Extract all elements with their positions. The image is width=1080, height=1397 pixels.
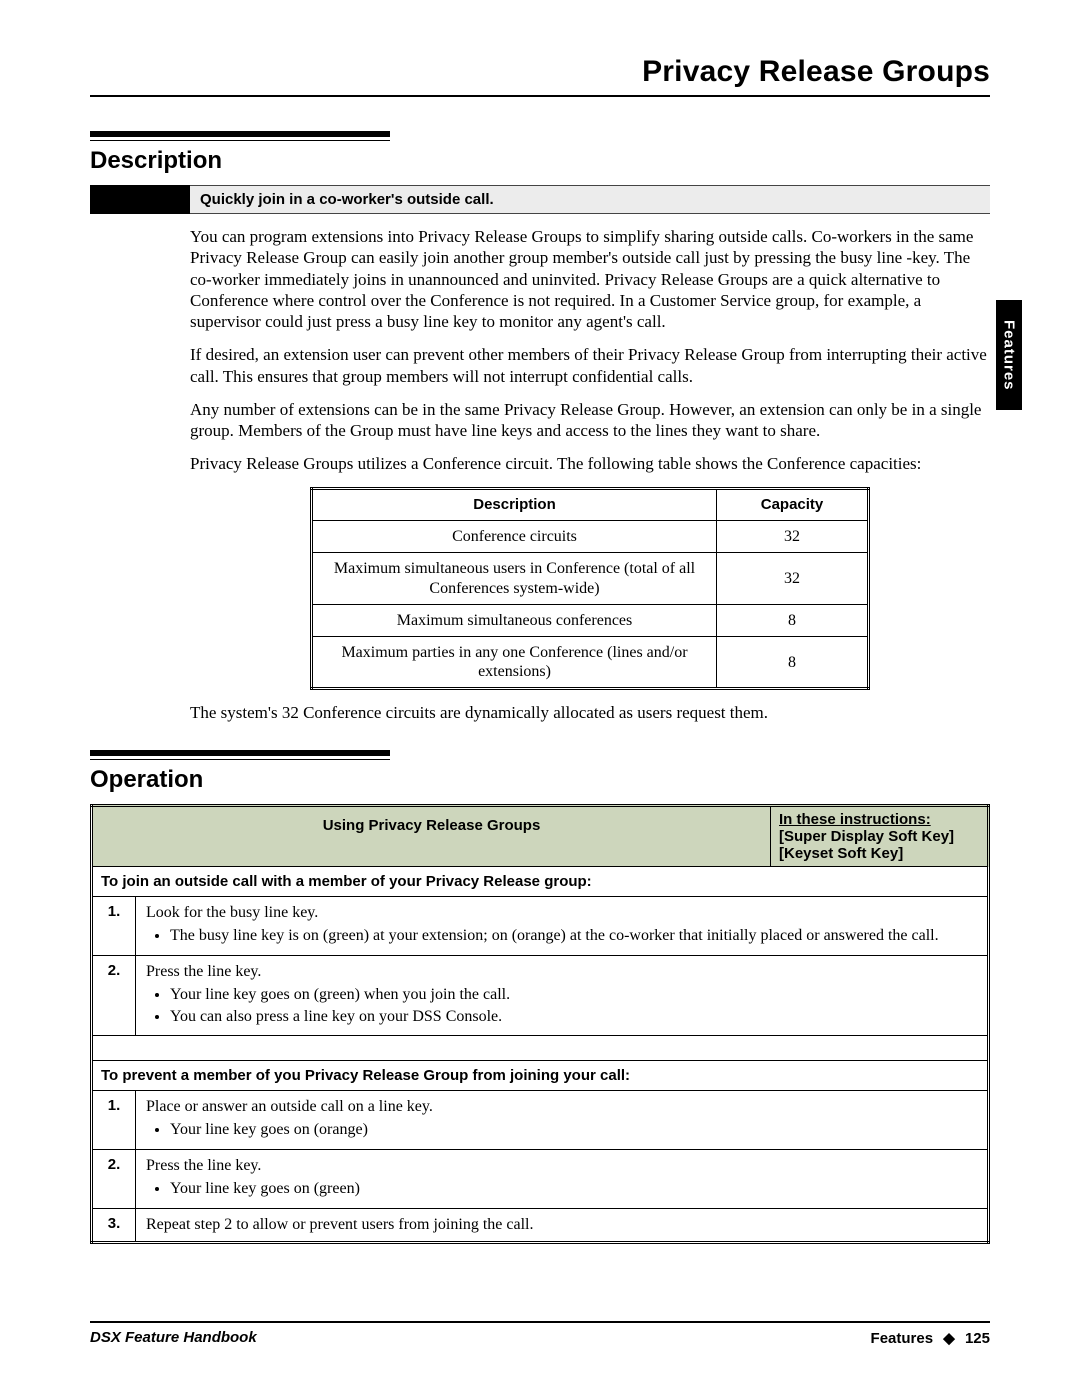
heading-rule-thin	[90, 140, 390, 141]
cap-desc: Conference circuits	[312, 521, 717, 553]
description-body: You can program extensions into Privacy …	[190, 226, 990, 724]
op-spacer	[92, 1036, 989, 1061]
op-subhead-2: To prevent a member of you Privacy Relea…	[92, 1061, 989, 1091]
cap-th-cap: Capacity	[717, 488, 869, 521]
op-step-bullet: The busy line key is on (green) at your …	[170, 926, 977, 947]
cap-desc: Maximum simultaneous users in Conference…	[312, 553, 717, 604]
heading-rule-thick	[90, 750, 390, 756]
op-step-text: Place or answer an outside call on a lin…	[146, 1098, 433, 1115]
op-step: 2. Press the line key. Your line key goe…	[92, 1149, 989, 1208]
side-tab-features: Features	[996, 300, 1022, 410]
op-step-body: Look for the busy line key. The busy lin…	[136, 897, 989, 956]
top-rule	[90, 95, 990, 97]
desc-p5: The system's 32 Conference circuits are …	[190, 702, 990, 723]
heading-rule-thick	[90, 131, 390, 137]
op-step-num: 2.	[92, 955, 136, 1035]
callout-black-box	[90, 185, 190, 214]
footer-right-label: Features	[871, 1330, 934, 1347]
op-step-num: 3.	[92, 1208, 136, 1243]
desc-p1: You can program extensions into Privacy …	[190, 226, 990, 332]
op-step: 3. Repeat step 2 to allow or prevent use…	[92, 1208, 989, 1243]
page: Privacy Release Groups Features Descript…	[0, 0, 1080, 1397]
op-title: Using Privacy Release Groups	[92, 805, 771, 867]
heading-description: Description	[90, 147, 990, 175]
footer: DSX Feature Handbook Features ◆ 125	[90, 1321, 990, 1347]
op-step-body: Repeat step 2 to allow or prevent users …	[136, 1208, 989, 1243]
cap-val: 32	[717, 521, 869, 553]
cap-val: 8	[717, 604, 869, 636]
op-step-text: Look for the busy line key.	[146, 904, 318, 921]
callout-text: Quickly join in a co-worker's outside ca…	[190, 185, 990, 214]
heading-operation: Operation	[90, 766, 990, 794]
capacity-table: Description Capacity Conference circuits…	[310, 487, 870, 691]
op-step-bullet: Your line key goes on (green)	[170, 1179, 977, 1200]
op-subhead-1: To join an outside call with a member of…	[92, 867, 989, 897]
page-title: Privacy Release Groups	[90, 55, 990, 95]
operation-table: Using Privacy Release Groups In these in…	[90, 804, 990, 1245]
desc-p2: If desired, an extension user can preven…	[190, 344, 990, 387]
desc-p3: Any number of extensions can be in the s…	[190, 399, 990, 442]
op-step-bullet: Your line key goes on (green) when you j…	[170, 985, 977, 1006]
op-subhead-1-text: To join an outside call with a member of…	[92, 867, 989, 897]
op-legend-l3: [Keyset Soft Key]	[779, 845, 903, 862]
cap-desc: Maximum simultaneous conferences	[312, 604, 717, 636]
footer-right: Features ◆ 125	[871, 1329, 990, 1347]
cap-row: Maximum parties in any one Conference (l…	[312, 637, 869, 689]
op-step-num: 2.	[92, 1149, 136, 1208]
footer-page-number: 125	[965, 1330, 990, 1347]
op-step-bullet: Your line key goes on (orange)	[170, 1120, 977, 1141]
op-legend: In these instructions: [Super Display So…	[771, 805, 989, 867]
op-step-bullet: You can also press a line key on your DS…	[170, 1007, 977, 1028]
op-legend-l1: In these instructions:	[779, 811, 931, 828]
op-step: 1. Place or answer an outside call on a …	[92, 1091, 989, 1150]
op-step-body: Press the line key. Your line key goes o…	[136, 955, 989, 1035]
op-step-text: Press the line key.	[146, 1157, 261, 1174]
heading-rule-thin	[90, 759, 390, 760]
op-step: 1. Look for the busy line key. The busy …	[92, 897, 989, 956]
op-header-row: Using Privacy Release Groups In these in…	[92, 805, 989, 867]
callout-row: Quickly join in a co-worker's outside ca…	[90, 185, 990, 214]
op-legend-l2: [Super Display Soft Key]	[779, 828, 954, 845]
op-step-body: Press the line key. Your line key goes o…	[136, 1149, 989, 1208]
op-step-num: 1.	[92, 1091, 136, 1150]
op-step-text: Repeat step 2 to allow or prevent users …	[146, 1216, 533, 1233]
section-description: Description	[90, 131, 990, 175]
cap-val: 32	[717, 553, 869, 604]
op-step: 2. Press the line key. Your line key goe…	[92, 955, 989, 1035]
cap-val: 8	[717, 637, 869, 689]
op-step-body: Place or answer an outside call on a lin…	[136, 1091, 989, 1150]
section-operation: Operation	[90, 750, 990, 794]
op-subhead-2-text: To prevent a member of you Privacy Relea…	[92, 1061, 989, 1091]
op-step-num: 1.	[92, 897, 136, 956]
op-title-text: Using Privacy Release Groups	[101, 811, 762, 840]
cap-row: Maximum simultaneous conferences 8	[312, 604, 869, 636]
footer-left: DSX Feature Handbook	[90, 1329, 257, 1347]
cap-th-desc: Description	[312, 488, 717, 521]
cap-desc: Maximum parties in any one Conference (l…	[312, 637, 717, 689]
footer-row: DSX Feature Handbook Features ◆ 125	[90, 1329, 990, 1347]
footer-rule	[90, 1321, 990, 1323]
cap-row: Conference circuits 32	[312, 521, 869, 553]
desc-p4: Privacy Release Groups utilizes a Confer…	[190, 453, 990, 474]
capacity-header-row: Description Capacity	[312, 488, 869, 521]
op-step-text: Press the line key.	[146, 963, 261, 980]
cap-row: Maximum simultaneous users in Conference…	[312, 553, 869, 604]
footer-diamond-icon: ◆	[943, 1330, 955, 1347]
